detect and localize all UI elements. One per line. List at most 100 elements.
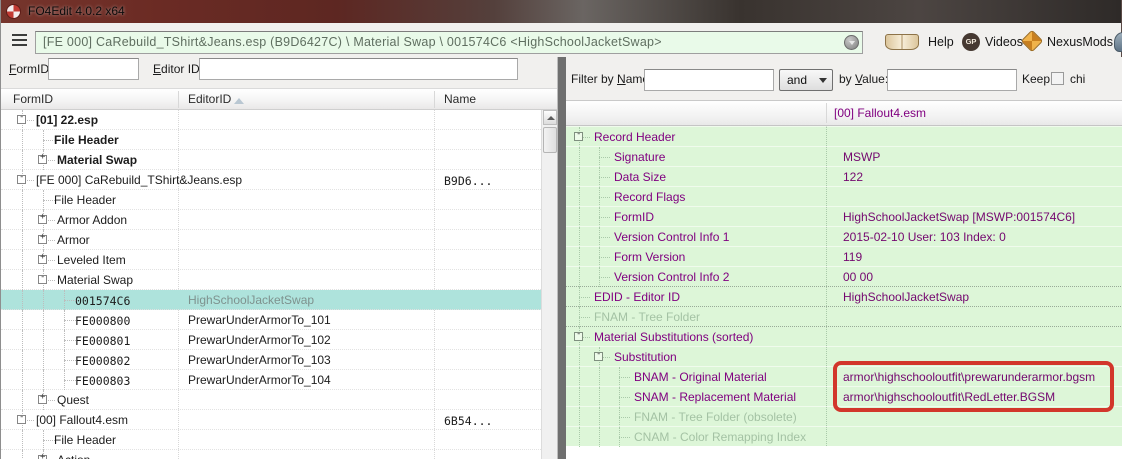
videos-gp-icon[interactable]: GP [962,33,980,51]
record-row[interactable]: Record Flags [566,186,1122,206]
tree-guide-line [43,290,44,310]
tree-guide-line [22,310,23,330]
column-divider [434,91,435,108]
breadcrumb-dropdown-button[interactable] [844,35,859,50]
collapse-icon[interactable] [17,415,26,424]
tree-guide-line [599,257,610,258]
tree-row[interactable]: 001574C6 HighSchoolJacketSwap [1,290,541,310]
scrollbar-thumb[interactable] [543,127,557,153]
collapse-icon[interactable] [574,132,583,141]
tree-row[interactable]: FE000802 PrewarUnderArmorTo_103 [1,350,541,370]
breadcrumb[interactable]: [FE 000] CaRebuild_TShirt&Jeans.esp (B9D… [35,31,863,54]
tree-vertical-scrollbar[interactable] [541,110,557,459]
person-icon[interactable] [1114,32,1122,52]
tree-guide-line [43,140,55,141]
formid-search-input[interactable] [48,58,139,80]
tree-guide-line [619,417,630,418]
tree-row[interactable]: FE000801 PrewarUnderArmorTo_102 [1,330,541,350]
tree-row[interactable]: [FE 000] CaRebuild_TShirt&Jeans.esp B9D6… [1,170,541,190]
tree-guide-line [619,437,630,438]
tree-guide-line [43,440,55,441]
record-field-label: BNAM - Original Material [634,370,767,384]
record-row[interactable]: CNAM - Color Remapping Index [566,426,1122,446]
record-row[interactable]: Record Header [566,126,1122,146]
tree-row[interactable]: [00] Fallout4.esm 6B54... [1,410,541,430]
tree-guide-line [22,130,23,150]
main-menu-icon[interactable] [12,34,27,46]
record-row[interactable]: FormID HighSchoolJacketSwap [MSWP:001574… [566,206,1122,226]
tree-row[interactable]: [01] 22.esp [1,110,541,130]
record-row[interactable]: Form Version 119 [566,246,1122,266]
nexusmods-link[interactable]: NexusMods [1047,35,1113,49]
nexusmods-icon[interactable] [1021,30,1044,53]
tree-row[interactable]: Armor [1,230,541,250]
tree-guide-line [579,367,580,387]
editorid-search-input[interactable] [199,58,518,80]
record-row[interactable]: EDID - Editor ID HighSchoolJacketSwap [566,286,1122,306]
tree-guide-line [599,387,600,407]
tree-row[interactable]: Quest [1,390,541,410]
tree-guide-line [599,177,610,178]
help-link[interactable]: Help [928,35,954,49]
record-row[interactable]: Data Size 122 [566,166,1122,186]
tree-row[interactable]: File Header [1,430,541,450]
filter-value-input[interactable] [887,69,1017,91]
tree-row[interactable]: File Header [1,190,541,210]
tree-row-editorid: PrewarUnderArmorTo_104 [188,373,331,387]
window-title: FO4Edit 4.0.2 x64 [28,4,125,18]
tree-row-formid: File Header [54,193,116,207]
filter-name-input[interactable] [644,69,774,91]
tree-row[interactable]: FE000800 PrewarUnderArmorTo_101 [1,310,541,330]
tree-row[interactable]: Material Swap [1,150,541,170]
record-source-plugin[interactable]: [00] Fallout4.esm [834,106,926,120]
collapse-icon[interactable] [17,175,26,184]
record-row[interactable]: Signature MSWP [566,146,1122,166]
filter-operator-dropdown[interactable]: and [779,69,833,91]
keep-checkbox[interactable] [1051,72,1064,85]
expand-icon[interactable] [38,215,47,224]
tree-guide-line [22,430,23,450]
record-row[interactable]: Material Substitutions (sorted) [566,326,1122,346]
column-header-name[interactable]: Name [444,92,476,106]
tree-guide-line [22,330,23,350]
tree-guide-line [64,300,76,301]
tree-row[interactable]: Material Swap [1,270,541,290]
tree-guide-line [579,187,580,207]
tree-row-editorid: PrewarUnderArmorTo_103 [188,353,331,367]
tree-row-formid: FE000800 [75,314,130,328]
record-field-label: Record Flags [614,190,685,204]
record-row[interactable]: FNAM - Tree Folder [566,306,1122,326]
tree-guide-line [22,250,23,270]
tree-guide-line [599,427,600,447]
record-row[interactable]: Version Control Info 2 00 00 [566,266,1122,286]
scroll-up-button[interactable] [543,110,557,125]
expand-icon[interactable] [38,235,47,244]
filter-value-label: by Value: [839,72,888,86]
expand-icon[interactable] [38,395,47,404]
expand-icon[interactable] [38,455,47,459]
collapse-icon[interactable] [574,332,583,341]
record-field-label: Material Substitutions (sorted) [594,330,753,344]
tree-row[interactable]: Action [1,450,541,459]
tree-row[interactable]: File Header [1,130,541,150]
collapse-icon[interactable] [17,115,26,124]
tree-guide-line [599,277,610,278]
collapse-icon[interactable] [38,275,47,284]
tree-row[interactable]: FE000803 PrewarUnderArmorTo_104 [1,370,541,390]
title-bar[interactable]: FO4Edit 4.0.2 x64 [1,0,1121,23]
tree-guide-line [22,210,23,230]
tree-row[interactable]: Leveled Item [1,250,541,270]
record-row[interactable]: Version Control Info 1 2015-02-10 User: … [566,226,1122,246]
column-header-editorid[interactable]: EditorID [188,92,231,106]
column-header-formid[interactable]: FormID [13,92,53,106]
expand-icon[interactable] [38,255,47,264]
help-book-icon[interactable] [885,34,919,50]
tree-guide-line [43,200,55,201]
record-field-value: HighSchoolJacketSwap [MSWP:001574C6] [843,210,1075,224]
tree-row[interactable]: Armor Addon [1,210,541,230]
plugin-tree: [01] 22.esp File Header Material Swap [F… [1,110,541,459]
videos-link[interactable]: Videos [985,35,1023,49]
collapse-icon[interactable] [594,352,603,361]
expand-icon[interactable] [38,155,47,164]
panel-splitter[interactable] [557,57,566,459]
